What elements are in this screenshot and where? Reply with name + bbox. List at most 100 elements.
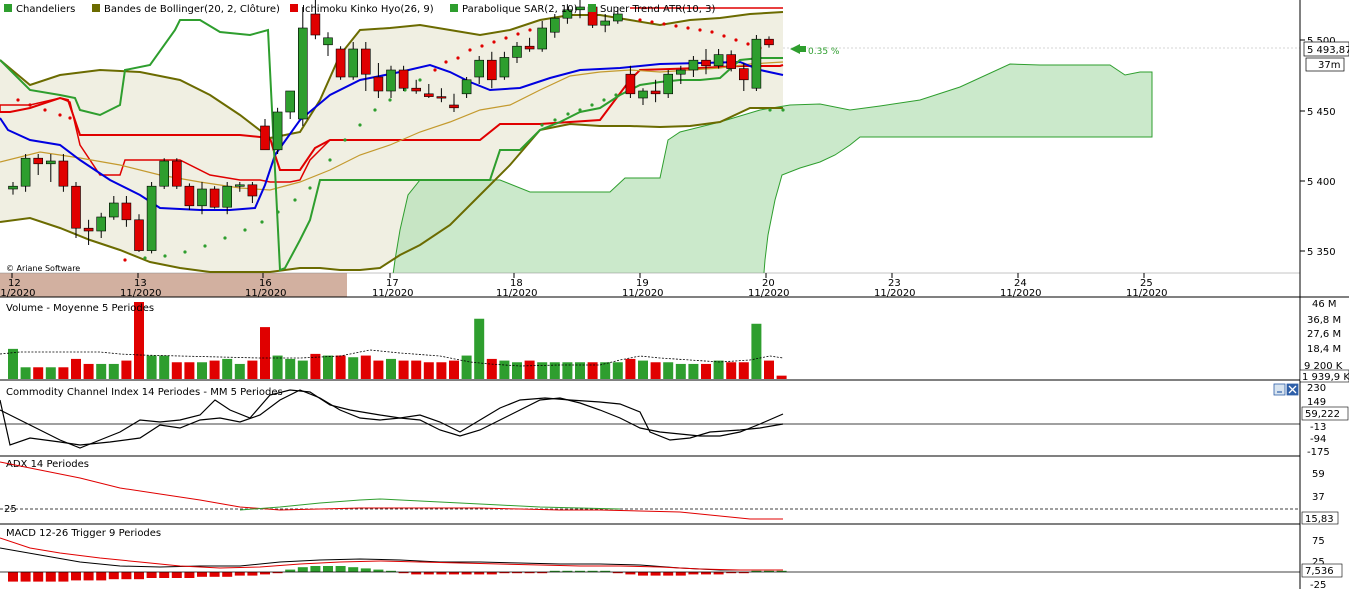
volume-bar [8, 348, 18, 379]
legend-swatch [92, 4, 100, 12]
volume-bar [524, 360, 535, 379]
y-tick: -13 [1310, 422, 1326, 433]
sar-dot [614, 93, 618, 97]
sar-dot [444, 60, 448, 64]
volume-bar [209, 360, 220, 379]
macd-histogram-bar [335, 566, 346, 572]
volume-bar [323, 355, 333, 379]
macd-histogram-bar [663, 572, 674, 576]
macd-histogram-bar [323, 566, 333, 572]
legend-item: Parabolique SAR(2, 10) [462, 4, 578, 15]
candle-body [71, 185, 81, 229]
macd-histogram-bar [159, 572, 170, 578]
sar-dot [58, 113, 62, 117]
candle-body [235, 184, 245, 187]
volume-bar [764, 360, 774, 379]
sar-dot [528, 28, 532, 32]
adx-line [0, 461, 783, 520]
macd-histogram-bar [8, 572, 18, 582]
candle-body [713, 54, 724, 67]
candle-body [323, 37, 333, 46]
y-tick: 5 350 [1307, 247, 1336, 258]
candle-body [449, 104, 459, 109]
volume-bar [625, 358, 636, 379]
sar-dot [722, 34, 726, 38]
volume-bar [83, 363, 94, 379]
volume-bar [222, 358, 233, 379]
sar-dot [433, 68, 437, 72]
candle-body [335, 48, 346, 78]
candle-body [701, 59, 711, 67]
date-month: 11/2020 [1126, 288, 1168, 299]
date-month: 11/2020 [372, 288, 414, 299]
sar-dot [566, 112, 570, 116]
volume-bar [373, 360, 384, 379]
legend-item: Ichimoku Kinko Hyo(26, 9) [302, 4, 434, 15]
sar-dot [492, 40, 496, 44]
sar-dot [456, 56, 460, 60]
candle-body [373, 76, 384, 92]
macd-histogram-bar [20, 572, 31, 582]
candle-body [600, 20, 611, 26]
y-tick: 27,6 M [1307, 329, 1341, 340]
volume-bar [197, 362, 207, 379]
adx-panel: ADX 14 Periodes 25 59 37 15,83 [0, 456, 1339, 525]
sar-dot [602, 98, 606, 102]
volume-bar [474, 318, 485, 379]
volume-bar [360, 355, 371, 379]
candle-body [625, 73, 636, 95]
macd-histogram-bar [121, 572, 132, 580]
sar-dot [468, 48, 472, 52]
volume-panel: Volume - Moyenne 5 Periodes 46 M 36,8 M … [0, 297, 1349, 383]
sar-dot [746, 42, 750, 46]
cci-minimize-button[interactable] [1273, 383, 1286, 396]
volume-bar [701, 363, 711, 379]
volume-bar [285, 358, 296, 379]
volume-bar [461, 355, 472, 379]
volume-bar [486, 358, 497, 379]
volume-bar [45, 367, 56, 379]
sar-dot [328, 158, 332, 162]
sar-dot [143, 256, 147, 260]
date-month: 11/2020 [1000, 288, 1042, 299]
candle-body [109, 202, 119, 218]
volume-bar [272, 355, 283, 379]
legend-swatch [4, 4, 12, 12]
volume-bar [638, 360, 648, 379]
y-tick: 37 [1312, 492, 1325, 503]
volume-bar [776, 375, 787, 379]
y-tick: -94 [1310, 434, 1326, 445]
candle-body [423, 93, 434, 97]
sar-dot [540, 123, 544, 127]
candle-body [121, 202, 132, 221]
volume-last-label: 1 939,9 K [1302, 372, 1349, 383]
volume-bar [348, 357, 359, 379]
candle-body [688, 59, 699, 71]
volume-bar [562, 362, 573, 379]
y-tick: -25 [1310, 580, 1326, 589]
legend-item: Super Trend ATR(10, 3) [600, 4, 715, 15]
date-month: 11/2020 [245, 288, 287, 299]
legend-swatch [588, 4, 596, 12]
candle-body [83, 227, 94, 232]
candle-body [612, 13, 623, 22]
candle-body [738, 68, 749, 81]
sar-dot [68, 116, 72, 120]
candle-body [285, 90, 296, 113]
sar-dot [183, 250, 187, 254]
macd-histogram-bar [650, 572, 661, 576]
cci-average-line [0, 389, 784, 446]
macd-histogram-bar [197, 572, 207, 577]
sar-dot [276, 210, 280, 214]
candle-body [197, 188, 207, 207]
candle-body [172, 160, 182, 187]
volume-bar [108, 363, 119, 379]
volume-bar [247, 360, 258, 379]
candle-body [411, 87, 422, 92]
candle-body [8, 185, 18, 190]
sar-dot [203, 244, 207, 248]
cci-panel: Commodity Channel Index 14 Periodes - MM… [0, 381, 1349, 458]
candle-body [159, 160, 169, 187]
macd-histogram-bar [360, 568, 371, 572]
volume-bar [449, 360, 459, 379]
